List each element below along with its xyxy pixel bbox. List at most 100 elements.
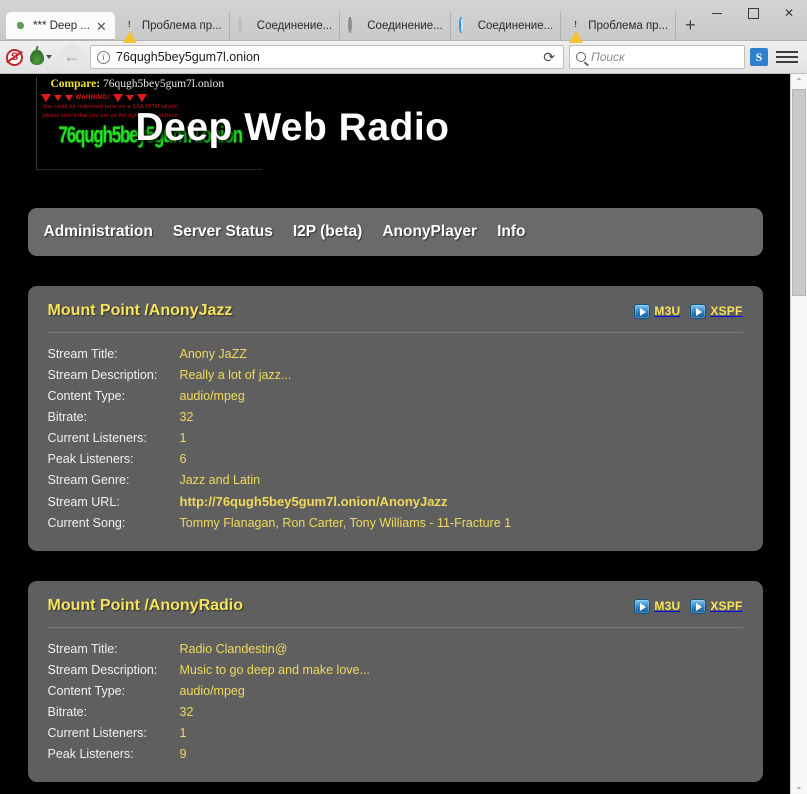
table-row: Stream Title: Anony JaZZ xyxy=(48,343,743,364)
warning-arrow-icon xyxy=(54,95,62,101)
noscript-icon[interactable]: S xyxy=(6,49,23,66)
stream-info-table: Stream Title: Anony JaZZ Stream Descript… xyxy=(48,343,743,533)
field-value: 1 xyxy=(180,726,187,740)
tab-strip: *** Deep ... ✕ Проблема пр... Соединение… xyxy=(0,0,807,41)
browser-tab-4[interactable]: Соединение... xyxy=(451,12,561,40)
mount-point-header: Mount Point /AnonyRadio M3U XSPF xyxy=(48,597,743,628)
url-input[interactable]: 76qugh5bey5gum7l.onion xyxy=(116,50,533,64)
page-scrollbar[interactable]: ⌃ ⌄ xyxy=(790,74,807,794)
warning-arrow-icon xyxy=(65,95,73,101)
table-row: Peak Listeners: 6 xyxy=(48,448,743,469)
loading-ring-icon xyxy=(238,19,252,33)
mount-point-panel: Mount Point /AnonyRadio M3U XSPF xyxy=(28,581,763,782)
web-page: Compare: 76qugh5bey5gum7l.onion WARNING! xyxy=(0,74,790,794)
minimize-button[interactable] xyxy=(699,0,735,26)
browser-tab-3[interactable]: Соединение... xyxy=(340,12,450,40)
browser-tab-1[interactable]: Проблема пр... xyxy=(115,12,230,40)
xspf-link[interactable]: XSPF xyxy=(690,599,742,614)
nav-item-i2p[interactable]: I2P (beta) xyxy=(293,223,363,241)
loading-ring-dark-icon xyxy=(348,19,362,33)
field-value: audio/mpeg xyxy=(180,389,245,403)
warning-arrow-icon xyxy=(41,94,51,102)
m3u-link[interactable]: M3U xyxy=(634,599,680,614)
field-label: Content Type: xyxy=(48,684,180,698)
tab-label: Соединение... xyxy=(257,20,332,32)
playlist-links: M3U XSPF xyxy=(634,599,742,614)
nav-item-administration[interactable]: Administration xyxy=(44,223,153,241)
field-value: 32 xyxy=(180,410,194,424)
field-label: Bitrate: xyxy=(48,705,180,719)
back-button[interactable]: ← xyxy=(59,44,85,70)
loading-ring-blue-icon xyxy=(459,19,473,33)
stream-url-value[interactable]: http://76qugh5bey5gum7l.onion/AnonyJazz xyxy=(180,494,448,509)
close-window-button[interactable]: ✕ xyxy=(771,0,807,26)
warning-icon xyxy=(569,19,583,33)
close-icon[interactable]: ✕ xyxy=(95,20,108,33)
play-icon xyxy=(690,304,706,319)
nav-item-info[interactable]: Info xyxy=(497,223,525,241)
field-label: Peak Listeners: xyxy=(48,452,180,466)
table-row: Content Type: audio/mpeg xyxy=(48,680,743,701)
browser-tab-5[interactable]: Проблема пр... xyxy=(561,12,676,40)
warning-arrow-icon xyxy=(126,95,134,101)
field-value: Radio Clandestin@ xyxy=(180,642,288,656)
xspf-label: XSPF xyxy=(710,599,742,613)
field-label: Stream Title: xyxy=(48,347,180,361)
scroll-up-icon[interactable]: ⌃ xyxy=(791,74,807,89)
torbutton-icon[interactable] xyxy=(28,50,54,65)
field-value: Anony JaZZ xyxy=(180,347,247,361)
tab-label: Проблема пр... xyxy=(142,20,222,32)
warning-strip: WARNING! xyxy=(37,92,262,103)
tab-label: Соединение... xyxy=(478,20,553,32)
tab-label: Соединение... xyxy=(367,20,442,32)
reload-icon[interactable]: ⟳ xyxy=(539,49,559,66)
field-label: Peak Listeners: xyxy=(48,747,180,761)
site-banner: Compare: 76qugh5bey5gum7l.onion WARNING! xyxy=(28,74,763,176)
search-bar[interactable]: Поиск xyxy=(569,45,745,69)
browser-tab-0[interactable]: *** Deep ... ✕ xyxy=(6,12,115,40)
tab-label: Проблема пр... xyxy=(588,20,668,32)
page-title: Deep Web Radio xyxy=(136,106,450,150)
xspf-link[interactable]: XSPF xyxy=(690,304,742,319)
menu-icon[interactable] xyxy=(773,51,801,63)
field-value: 6 xyxy=(180,452,187,466)
table-row: Stream Description: Music to go deep and… xyxy=(48,659,743,680)
tab-label: *** Deep ... xyxy=(33,20,90,32)
mount-point-title: Mount Point /AnonyJazz xyxy=(48,302,233,320)
window-controls: ✕ xyxy=(699,0,807,26)
nav-item-anonyplayer[interactable]: AnonyPlayer xyxy=(382,223,477,241)
scrollbar-track[interactable] xyxy=(791,89,807,779)
scrollbar-thumb[interactable] xyxy=(792,89,806,296)
compare-label: Compare: xyxy=(51,78,101,90)
field-label: Current Song: xyxy=(48,516,180,530)
nav-item-server-status[interactable]: Server Status xyxy=(173,223,273,241)
table-row: Stream Description: Really a lot of jazz… xyxy=(48,364,743,385)
table-row: Bitrate: 32 xyxy=(48,406,743,427)
search-input[interactable]: Поиск xyxy=(591,50,625,64)
scroll-down-icon[interactable]: ⌄ xyxy=(791,779,807,794)
playlist-links: M3U XSPF xyxy=(634,304,742,319)
table-row: Peak Listeners: 9 xyxy=(48,743,743,764)
m3u-label: M3U xyxy=(654,304,680,318)
startpage-icon[interactable]: S xyxy=(750,48,768,66)
mount-point-title: Mount Point /AnonyRadio xyxy=(48,597,244,615)
mount-point-panel: Mount Point /AnonyJazz M3U XSPF xyxy=(28,286,763,551)
field-label: Stream Title: xyxy=(48,642,180,656)
navigation-toolbar: S ← i 76qugh5bey5gum7l.onion ⟳ Поиск S xyxy=(0,41,807,74)
table-row: Stream Genre: Jazz and Latin xyxy=(48,469,743,490)
browser-tab-2[interactable]: Соединение... xyxy=(230,12,340,40)
field-label: Content Type: xyxy=(48,389,180,403)
m3u-link[interactable]: M3U xyxy=(634,304,680,319)
warning-arrow-icon xyxy=(137,94,147,102)
field-value: audio/mpeg xyxy=(180,684,245,698)
current-song-value: Tommy Flanagan, Ron Carter, Tony William… xyxy=(180,516,512,530)
warning-word: WARNING! xyxy=(76,95,110,101)
compare-address: 76qugh5bey5gum7l.onion xyxy=(103,78,224,90)
field-label: Stream Genre: xyxy=(48,473,180,487)
address-bar[interactable]: i 76qugh5bey5gum7l.onion ⟳ xyxy=(90,45,564,69)
table-row: Stream URL: http://76qugh5bey5gum7l.onio… xyxy=(48,490,743,512)
site-info-icon[interactable]: i xyxy=(97,51,110,64)
field-label: Stream Description: xyxy=(48,663,180,677)
maximize-button[interactable] xyxy=(735,0,771,26)
field-label: Current Listeners: xyxy=(48,726,180,740)
